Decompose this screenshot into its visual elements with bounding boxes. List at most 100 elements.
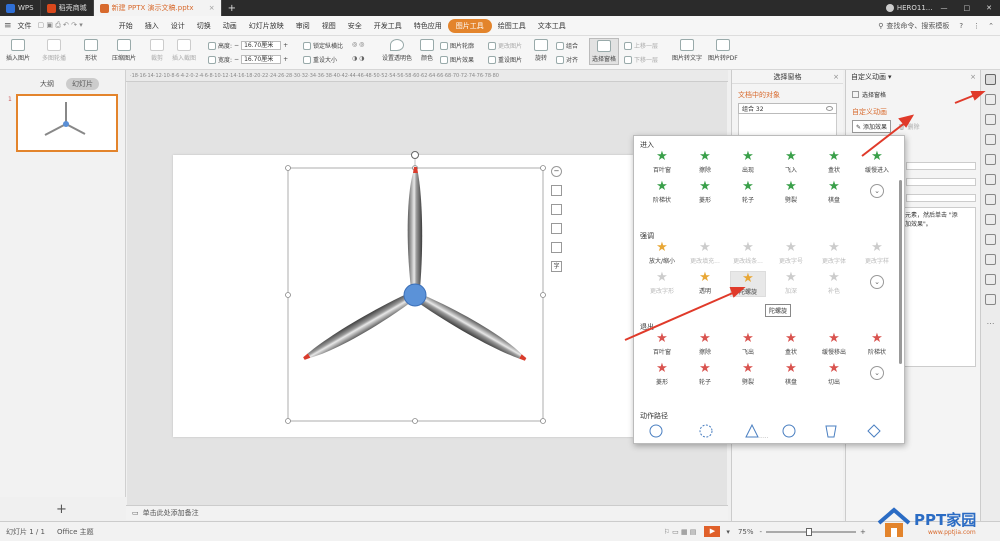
exit-effect-3[interactable]: ★ 盒状 [773, 332, 809, 357]
align-button[interactable]: 对齐 [556, 55, 578, 64]
shape-button[interactable]: 形状 [84, 39, 98, 62]
height-input[interactable]: 16.70厘米 [241, 41, 282, 50]
emphasis-effect-3[interactable]: ★ 更改字号 [773, 241, 809, 266]
exit-effect-5[interactable]: ★ 阶梯状 [859, 332, 895, 357]
maximize-icon[interactable]: □ [964, 4, 971, 12]
select-icon[interactable] [985, 134, 996, 145]
more-icon[interactable]: ⋮ [973, 22, 980, 30]
lock-ratio-checkbox[interactable]: 锁定纵横比 [303, 41, 343, 50]
document-icon[interactable] [985, 154, 996, 165]
notes-placeholder[interactable]: 单击此处添加备注 [143, 508, 199, 518]
entrance-effect-2[interactable]: ★ 出现 [730, 150, 766, 175]
cube-icon[interactable] [985, 274, 996, 285]
shape-icon[interactable] [985, 114, 996, 125]
tab-document[interactable]: 新建 PPTX 演示文稿.pptx × [93, 0, 222, 16]
emphasis-effect-8[interactable]: ★ 陀螺旋 [730, 271, 766, 297]
down-layer-button[interactable]: 下移一层 [624, 55, 658, 64]
popup-scrollbar[interactable] [899, 180, 902, 364]
eye-icon[interactable] [826, 106, 833, 111]
quick-access-icons[interactable]: ▢ ▣ ⎙ ↶ ↷ ▾ [38, 21, 83, 30]
entrance-effect-7[interactable]: ★ 菱形 [687, 180, 723, 205]
image-icon[interactable] [985, 214, 996, 225]
collapse-icon[interactable]: − [551, 166, 562, 177]
exit-effect-0[interactable]: ★ 百叶窗 [644, 332, 680, 357]
crop-button[interactable]: 裁剪 [150, 39, 164, 62]
entrance-effect-0[interactable]: ★ 百叶窗 [644, 150, 680, 175]
tab-slides[interactable]: 幻灯片 [66, 78, 99, 90]
delete-effect-button[interactable]: 🗑 删除 [895, 121, 923, 132]
menu-home[interactable]: 开始 [113, 21, 139, 31]
pen-icon[interactable] [551, 204, 562, 215]
avatar[interactable] [885, 4, 894, 12]
width-increase[interactable]: + [283, 56, 288, 63]
rotate-button[interactable]: 旋转 [534, 39, 548, 62]
zoom-slider[interactable] [766, 527, 857, 536]
reset-size-button[interactable]: 重设大小 [303, 55, 337, 64]
speed-dropdown[interactable] [906, 194, 976, 202]
add-effect-button[interactable]: ✎ 添加效果 [852, 120, 891, 133]
contrast-buttons[interactable]: ◑ ◑ [352, 55, 364, 62]
compress-button[interactable]: 压缩图片 [112, 39, 136, 62]
tab-store[interactable]: 稻壳商城 [41, 0, 94, 16]
settings-icon[interactable] [985, 194, 996, 205]
emphasis-effect-1[interactable]: ★ 更改填充... [687, 241, 723, 266]
menu-transition[interactable]: 切换 [191, 21, 217, 31]
set-transparent-button[interactable]: 设置透明色 [382, 39, 412, 62]
entrance-effect-5[interactable]: ★ 缓慢进入 [859, 150, 895, 175]
emphasis-more-button[interactable]: ⌄ [870, 275, 884, 289]
audio-icon[interactable] [985, 234, 996, 245]
slide-thumbnail[interactable] [16, 94, 118, 152]
help-icon[interactable]: ? [959, 22, 963, 30]
up-layer-button[interactable]: 上移一层 [624, 41, 658, 50]
download-icon[interactable] [985, 254, 996, 265]
animation-pane-close-icon[interactable]: × [970, 70, 976, 84]
notes-bar[interactable]: ▭ 单击此处添加备注 [126, 505, 728, 520]
minimize-icon[interactable]: — [941, 4, 948, 12]
propeller-picture[interactable] [284, 148, 550, 428]
exit-more-button[interactable]: ⌄ [870, 366, 884, 380]
crop-icon[interactable] [551, 242, 562, 253]
outline-button[interactable]: 图片轮廓 [440, 41, 474, 50]
zoom-in-button[interactable]: + [860, 528, 866, 536]
pane-close-icon[interactable]: × [833, 70, 839, 84]
new-tab-button[interactable]: + [222, 0, 242, 16]
menu-design[interactable]: 设计 [165, 21, 191, 31]
color-button[interactable]: 颜色 [420, 39, 434, 62]
zoom-menu[interactable]: ▾ [726, 528, 730, 536]
menu-view[interactable]: 视图 [316, 21, 342, 31]
close-tab-icon[interactable]: × [209, 4, 215, 12]
help-circle-icon[interactable] [985, 294, 996, 305]
exit-effect-2[interactable]: ★ 飞出 [730, 332, 766, 357]
emphasis-effect-6[interactable]: ★ 更改字形 [644, 271, 680, 296]
entrance-effect-10[interactable]: ★ 棋盘 [816, 180, 852, 205]
entrance-effect-1[interactable]: ★ 擦除 [687, 150, 723, 175]
exit-effect-10[interactable]: ★ 切出 [816, 362, 852, 387]
select-pane-link[interactable]: 选择窗格 [852, 90, 980, 99]
command-search[interactable]: 查找命令、搜索模板 [886, 21, 949, 31]
entrance-effect-4[interactable]: ★ 盒状 [816, 150, 852, 175]
emphasis-effect-9[interactable]: ★ 加深 [773, 271, 809, 296]
width-decrease[interactable]: − [234, 56, 239, 63]
collapse-ribbon-icon[interactable]: ⌃ [988, 22, 994, 30]
entrance-more-button[interactable]: ⌄ [870, 184, 884, 198]
exit-effect-4[interactable]: ★ 缓慢移出 [816, 332, 852, 357]
emphasis-effect-2[interactable]: ★ 更改线条... [730, 241, 766, 266]
exit-effect-9[interactable]: ★ 棋盘 [773, 362, 809, 387]
picture-to-text-button[interactable]: 图片转文字 [672, 39, 702, 62]
reset-picture-button[interactable]: 重设图片 [488, 55, 522, 64]
menu-developer[interactable]: 开发工具 [368, 21, 408, 31]
group-button[interactable]: 组合 [556, 41, 578, 50]
layout-icon[interactable] [551, 185, 562, 196]
menu-insert[interactable]: 插入 [139, 21, 165, 31]
property-dropdown[interactable] [906, 178, 976, 186]
insert-crop-button[interactable]: 插入截图 [172, 39, 196, 62]
play-slideshow-button[interactable]: ▶ [704, 526, 721, 537]
emphasis-effect-10[interactable]: ★ 补色 [816, 271, 852, 296]
emphasis-effect-7[interactable]: ★ 透明 [687, 271, 723, 296]
menu-text-tools[interactable]: 文本工具 [532, 21, 572, 31]
height-increase[interactable]: + [283, 42, 288, 49]
brightness-buttons[interactable]: ◎ ◎ [352, 41, 364, 48]
menu-features[interactable]: 特色应用 [408, 21, 448, 31]
exit-effect-6[interactable]: ★ 菱形 [644, 362, 680, 387]
object-item[interactable]: 组合 32 [738, 103, 837, 114]
